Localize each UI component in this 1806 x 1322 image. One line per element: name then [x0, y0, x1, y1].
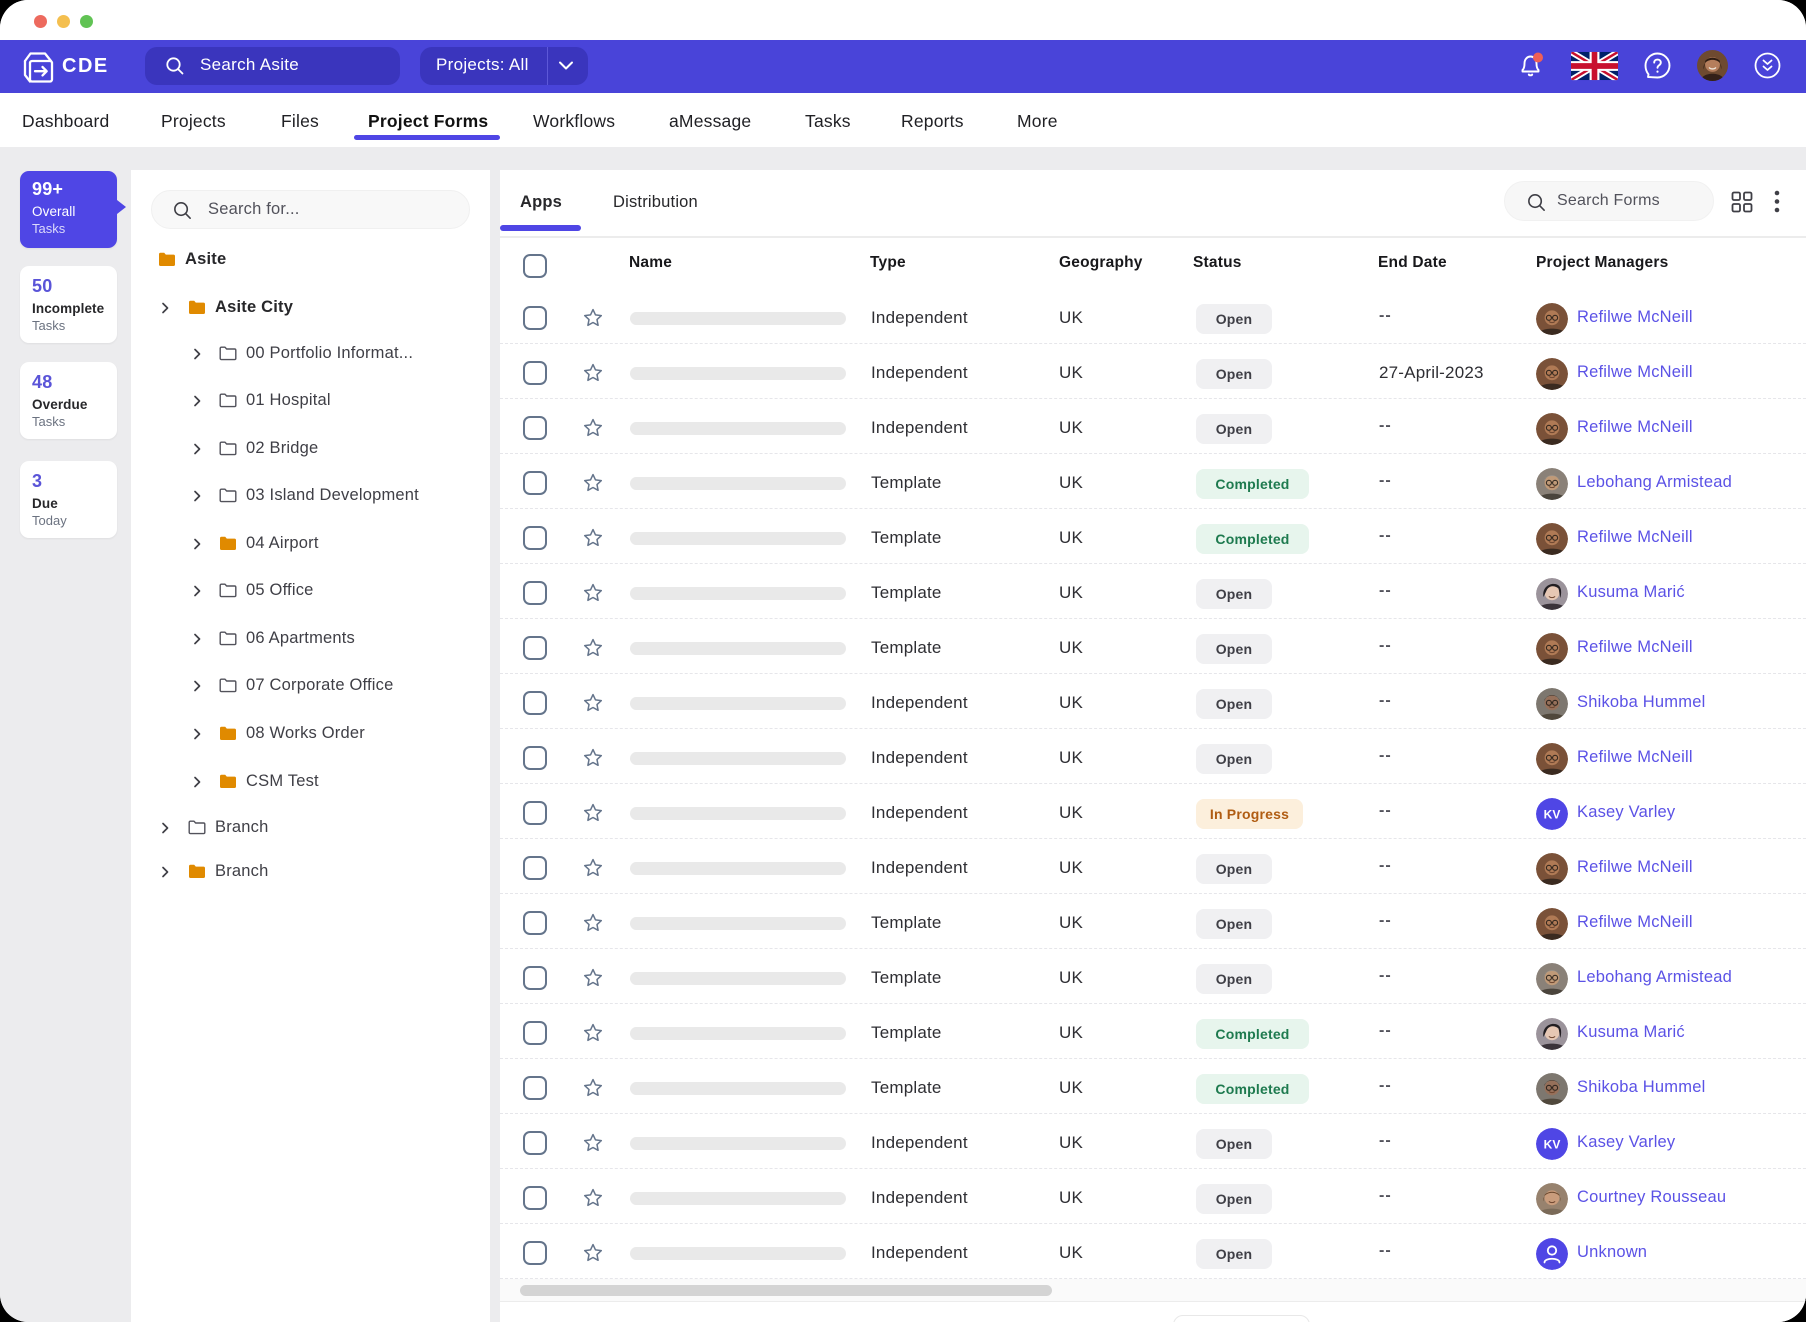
svg-text:KV: KV [1544, 808, 1561, 822]
svg-text:KV: KV [1544, 1138, 1561, 1152]
